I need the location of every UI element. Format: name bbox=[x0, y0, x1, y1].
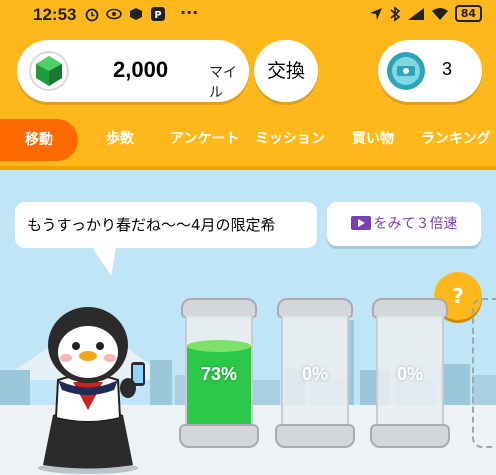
more-notifications: ··· bbox=[180, 3, 199, 22]
top-header: 2,000 マイル 交換 3 bbox=[0, 28, 496, 112]
penguin-mascot bbox=[38, 307, 145, 474]
tank-glass: 0% bbox=[376, 316, 444, 428]
miles-unit: マイル bbox=[209, 65, 237, 101]
tank-cap bbox=[372, 298, 448, 318]
tank-percent: 0% bbox=[301, 364, 328, 384]
speech-bubble-tail bbox=[93, 243, 123, 279]
gem-icon bbox=[29, 51, 69, 91]
signal-icon bbox=[407, 7, 424, 20]
tank-base bbox=[179, 424, 259, 448]
alarm-icon bbox=[85, 8, 99, 22]
miles-display[interactable]: 2,000 マイル bbox=[17, 40, 249, 102]
battery-icon: 84 bbox=[454, 5, 482, 22]
tank-fill bbox=[187, 340, 251, 428]
wifi-icon bbox=[431, 7, 448, 20]
tab-steps[interactable]: 歩数 bbox=[106, 128, 134, 148]
pay-icon: P bbox=[151, 7, 165, 21]
watch-video-label: をみて３倍速 bbox=[373, 216, 458, 232]
locked-tank-slot bbox=[472, 298, 496, 448]
svg-text:P: P bbox=[154, 10, 161, 21]
tank-cap bbox=[277, 298, 353, 318]
progress-tank[interactable]: 73% bbox=[179, 298, 259, 448]
tab-survey[interactable]: アンケート bbox=[170, 128, 239, 148]
tab-shopping[interactable]: 買い物 bbox=[352, 128, 394, 148]
exchange-button[interactable]: 交換 bbox=[254, 40, 318, 102]
tab-move[interactable]: 移動 bbox=[0, 119, 78, 161]
tank-glass: 0% bbox=[281, 316, 349, 428]
status-bar: 12:53 P ··· 84 bbox=[0, 0, 496, 28]
category-tabs: 移動 歩数 アンケート ミッション 買い物 ランキング bbox=[0, 112, 496, 170]
status-right: 84 bbox=[369, 5, 482, 22]
ticket-count: 3 bbox=[442, 59, 453, 79]
ticket-icon bbox=[387, 52, 425, 90]
tank-glass: 73% bbox=[185, 316, 253, 428]
speech-bubble: もうすっかり春だね〜〜4月の限定希 bbox=[15, 202, 317, 248]
bluetooth-icon bbox=[390, 5, 400, 22]
game-scene: もうすっかり春だね〜〜4月の限定希 をみて３倍速 ? 73% 0% 0% bbox=[0, 170, 496, 475]
tank-percent: 0% bbox=[396, 364, 423, 384]
ticket-display[interactable]: 3 bbox=[378, 40, 482, 102]
video-icon bbox=[350, 216, 371, 230]
tank-percent: 73% bbox=[200, 364, 238, 384]
watch-video-speedup-button[interactable]: をみて３倍速 bbox=[327, 202, 481, 246]
tank-cap bbox=[181, 298, 257, 318]
box-icon bbox=[130, 8, 142, 20]
eye-icon bbox=[106, 8, 122, 20]
tab-mission[interactable]: ミッション bbox=[255, 128, 325, 148]
progress-tank[interactable]: 0% bbox=[370, 298, 450, 448]
tank-base bbox=[275, 424, 355, 448]
tank-base bbox=[370, 424, 450, 448]
status-time: 12:53 bbox=[33, 5, 77, 24]
tab-ranking[interactable]: ランキング bbox=[421, 128, 491, 148]
miles-value: 2,000 bbox=[113, 57, 169, 82]
progress-tank[interactable]: 0% bbox=[275, 298, 355, 448]
location-icon bbox=[369, 7, 382, 20]
